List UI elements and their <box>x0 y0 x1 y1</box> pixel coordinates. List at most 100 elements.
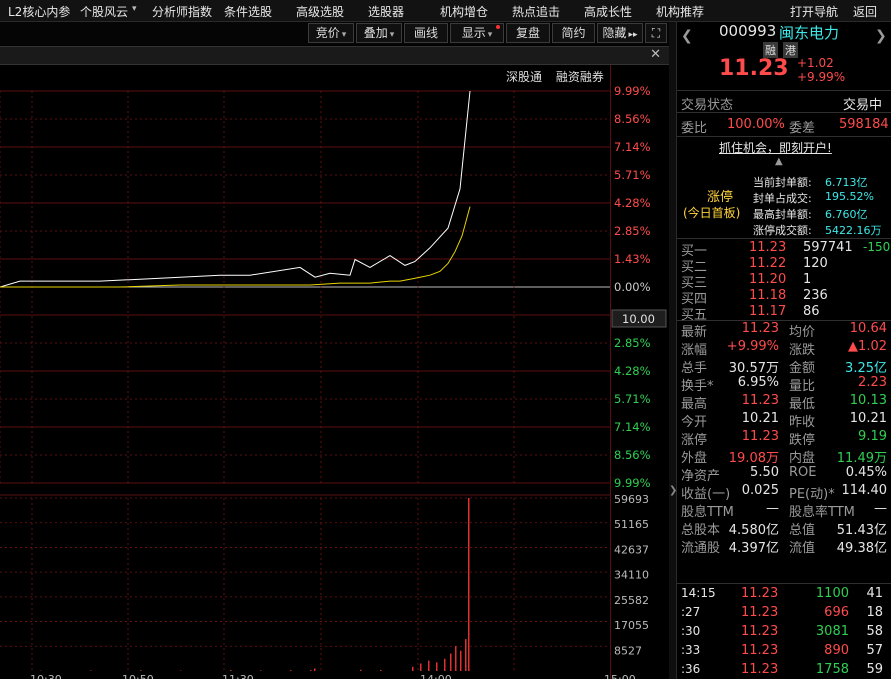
tick-price: 11.23 <box>741 643 779 658</box>
stat-label: 跌停 <box>789 433 816 448</box>
price-change: +1.02 <box>797 56 834 70</box>
last-price: 11.23 <box>719 56 789 81</box>
limit-up-row-label: 涨停成交额: <box>753 224 812 237</box>
tick-count: 57 <box>866 643 883 658</box>
volume-axis-label: 51165 <box>614 518 649 531</box>
stat-value: 11.23 <box>741 321 779 336</box>
stat-value: 49.38亿 <box>836 541 887 556</box>
trade-status-label: 交易状态 <box>681 98 734 113</box>
stat-label: PE(动)* <box>789 487 835 502</box>
quote-panel: ❮ ❯ 000993 闽东电力 融 港 11.23 +1.02 +9.99% 交… <box>676 22 891 679</box>
bid-price: 11.20 <box>749 272 787 287</box>
stat-label: 流值 <box>789 541 816 556</box>
price-axis-label: 8.56% <box>614 448 651 462</box>
stock-code: 000993 <box>719 22 777 40</box>
stat-value: 0.025 <box>741 483 779 498</box>
menu-item-10[interactable]: 打开导航 <box>790 3 838 20</box>
tick-time: 14:15 <box>681 586 716 600</box>
stat-value: 4.580亿 <box>728 523 779 538</box>
volume-bar <box>90 670 92 671</box>
weicha-value: 598184 <box>839 117 889 132</box>
volume-bar <box>468 498 470 671</box>
current-price-tag: 10.00 <box>622 312 655 326</box>
prev-stock-icon[interactable]: ❮ <box>681 28 693 44</box>
stat-value: 19.08万 <box>728 451 779 466</box>
bid-volume: 86 <box>803 304 820 319</box>
tick-count: 58 <box>866 624 883 639</box>
time-axis-label: 10:50 <box>122 673 154 679</box>
stat-value: — <box>766 501 779 516</box>
stat-value: 10.64 <box>849 321 887 336</box>
stat-label: 量比 <box>789 379 816 394</box>
tick-count: 59 <box>866 662 883 677</box>
limit-up-row-value: 6.760亿 <box>825 208 868 221</box>
price-axis-label: 7.14% <box>614 420 651 434</box>
time-axis-label: 14:00 <box>420 673 452 679</box>
stat-value: 11.23 <box>741 429 779 444</box>
weibi-value: 100.00% <box>727 117 785 132</box>
tick-volume: 1758 <box>815 662 849 677</box>
stat-label: 股息TTM <box>681 505 734 520</box>
price-axis-label: 2.85% <box>614 224 651 238</box>
volume-bar <box>455 646 457 671</box>
volume-bar <box>310 670 312 671</box>
volume-bar <box>436 662 438 671</box>
bid-volume: 597741 <box>803 240 853 255</box>
stat-label: 均价 <box>789 325 816 340</box>
tick-price: 11.23 <box>741 662 779 677</box>
tick-price: 11.23 <box>741 586 779 601</box>
next-stock-icon[interactable]: ❯ <box>875 28 887 44</box>
limit-up-row-value: 6.713亿 <box>825 176 868 189</box>
stock-name: 闽东电力 <box>779 24 840 42</box>
price-axis-label: 4.28% <box>614 196 651 210</box>
tick-price: 11.23 <box>741 605 779 620</box>
tick-price: 11.23 <box>741 624 779 639</box>
price-axis-label: 5.71% <box>614 392 651 406</box>
promo-link[interactable]: 抓住机会，即刻开户! <box>719 139 832 156</box>
price-axis-label: 9.99% <box>614 84 651 98</box>
stat-value: 11.49万 <box>836 451 887 466</box>
volume-axis-label: 34110 <box>614 569 649 582</box>
tick-volume: 890 <box>824 643 849 658</box>
volume-bar <box>450 653 452 671</box>
volume-bar <box>230 670 232 671</box>
volume-bar <box>460 650 462 671</box>
volume-bar <box>260 670 262 671</box>
svg-text:❯: ❯ <box>669 485 676 496</box>
stat-value: — <box>874 501 887 516</box>
menu-item-11[interactable]: 返回 <box>853 3 877 20</box>
limit-up-row-label: 最高封单额: <box>753 208 812 221</box>
stat-label: 换手* <box>681 379 714 394</box>
volume-bar <box>428 660 430 671</box>
stat-label: 涨幅 <box>681 343 708 358</box>
volume-bar <box>380 669 382 671</box>
collapse-icon[interactable]: ▲ <box>775 156 783 167</box>
volume-axis-label: 8527 <box>614 644 642 657</box>
limit-up-row-label: 封单占成交: <box>753 192 812 205</box>
intraday-chart[interactable]: ❯ 9.99% 8.56% 7.14% 5.71% 4.28% 2.85% 1.43% 0.00… <box>0 0 676 679</box>
volume-axis-label: 17055 <box>614 619 649 632</box>
weibi-label: 委比 <box>681 121 708 136</box>
price-axis-label: 8.56% <box>614 112 651 126</box>
bid-volume: 120 <box>803 256 828 271</box>
stat-value: 3.25亿 <box>845 361 887 376</box>
price-line <box>0 90 471 288</box>
stat-value: 10.21 <box>849 411 887 426</box>
tick-count: 18 <box>866 605 883 620</box>
stat-value: ▲1.02 <box>848 339 887 354</box>
bid-volume: 236 <box>803 288 828 303</box>
stat-label: 昨收 <box>789 415 816 430</box>
volume-axis-label: 42637 <box>614 543 649 556</box>
time-axis-label: 15:00 <box>604 673 636 679</box>
price-axis-label: 4.28% <box>614 364 651 378</box>
limit-up-row-label: 当前封单额: <box>753 176 812 189</box>
tick-time: :36 <box>681 662 701 676</box>
tick-time: :30 <box>681 624 701 638</box>
stat-label: ROE <box>789 465 817 480</box>
limit-up-title: 涨停 <box>707 190 734 205</box>
limit-up-subtitle: (今日首板) <box>683 206 741 220</box>
stat-value: 11.23 <box>741 393 779 408</box>
volume-bar <box>420 663 422 671</box>
time-axis-label: 11:30 <box>222 673 254 679</box>
price-axis-label: 2.85% <box>614 336 651 350</box>
